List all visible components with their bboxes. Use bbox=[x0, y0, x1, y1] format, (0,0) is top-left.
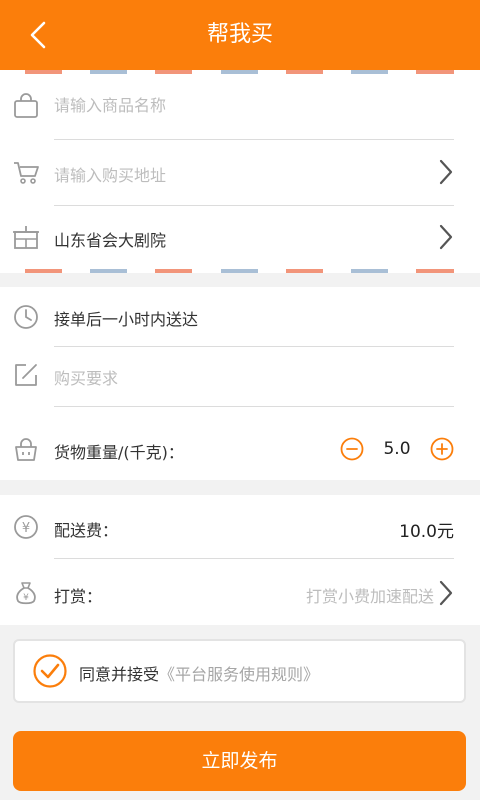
stripe-segment bbox=[285, 269, 323, 273]
chevron-right-icon bbox=[436, 578, 456, 608]
chevron-right-icon bbox=[436, 157, 456, 187]
store-icon bbox=[12, 223, 40, 251]
purchase-address-placeholder: 请输入购买地址 bbox=[54, 166, 167, 185]
purchase-address-row[interactable]: 请输入购买地址 bbox=[0, 140, 480, 206]
publish-button[interactable]: 立即发布 bbox=[13, 731, 466, 791]
edit-icon bbox=[12, 361, 40, 389]
clock-icon bbox=[12, 303, 40, 331]
yen-coin-icon: ¥ bbox=[12, 513, 40, 541]
agreement-checkbox[interactable] bbox=[33, 654, 67, 688]
requirements-placeholder: 购买要求 bbox=[54, 369, 119, 388]
delivery-fee-row: ¥ 配送费： 10.0元 bbox=[0, 495, 480, 559]
weight-basket-icon bbox=[12, 436, 40, 464]
weight-label: 货物重量/(千克)： bbox=[54, 443, 184, 462]
weight-value: 5.0 bbox=[383, 439, 411, 459]
page-title: 帮我买 bbox=[206, 22, 273, 47]
product-name-input[interactable] bbox=[54, 96, 434, 115]
weight-row: 货物重量/(千克)： 5.0 bbox=[0, 407, 480, 480]
stripe-segment bbox=[155, 269, 193, 273]
shopping-cart-icon bbox=[12, 158, 40, 186]
delivery-time-value: 接单后一小时内送达 bbox=[54, 310, 199, 329]
tip-label: 打赏： bbox=[54, 587, 103, 606]
svg-text:¥: ¥ bbox=[22, 521, 30, 536]
tip-hint: 打赏小费加速配送 bbox=[305, 587, 434, 606]
tip-row[interactable]: ¥ 打赏： 打赏小费加速配送 bbox=[0, 559, 480, 625]
agreement-text: 同意并接受《平台服务使用规则》 bbox=[79, 661, 319, 685]
stripe-segment bbox=[192, 269, 220, 273]
app-header: 帮我买 bbox=[0, 0, 480, 70]
service-rules-link[interactable]: 《平台服务使用规则》 bbox=[159, 665, 319, 684]
delivery-time-row[interactable]: 接单后一小时内送达 bbox=[0, 287, 480, 347]
delivery-address-row[interactable]: 山东省会大剧院 bbox=[0, 206, 480, 269]
requirements-row[interactable]: 购买要求 bbox=[0, 347, 480, 407]
stripe-segment bbox=[388, 269, 416, 273]
delivery-fee-value: 10.0元 bbox=[399, 522, 454, 542]
shopping-bag-icon bbox=[12, 92, 40, 120]
agreement-label: 同意并接受 bbox=[79, 665, 160, 684]
stripe-segment bbox=[454, 269, 480, 273]
check-circle-icon bbox=[33, 654, 67, 688]
stripe-segment bbox=[351, 269, 389, 273]
product-name-row bbox=[0, 74, 480, 140]
address-card: 请输入购买地址 山东省会大剧院 bbox=[0, 70, 480, 273]
stripe-segment bbox=[323, 269, 351, 273]
fee-card: ¥ 配送费： 10.0元 ¥ 打赏： 打赏小费加速配送 bbox=[0, 495, 480, 625]
stripe-segment bbox=[90, 269, 128, 273]
airmail-stripe-bottom bbox=[0, 269, 480, 273]
money-bag-icon: ¥ bbox=[12, 579, 40, 607]
stripe-segment bbox=[62, 269, 90, 273]
order-detail-card: 接单后一小时内送达 购买要求 货物重量/(千克)： 5.0 bbox=[0, 287, 480, 480]
stripe-segment bbox=[258, 269, 286, 273]
svg-text:¥: ¥ bbox=[23, 593, 29, 603]
stripe-segment bbox=[416, 269, 454, 273]
minus-circle-icon bbox=[340, 437, 364, 461]
plus-circle-icon bbox=[430, 437, 454, 461]
chevron-right-icon bbox=[436, 222, 456, 252]
delivery-address-value: 山东省会大剧院 bbox=[54, 231, 167, 250]
weight-increase-button[interactable] bbox=[430, 437, 454, 461]
stripe-segment bbox=[0, 269, 25, 273]
weight-stepper: 5.0 bbox=[340, 437, 454, 461]
stripe-segment bbox=[24, 269, 62, 273]
delivery-fee-label: 配送费： bbox=[54, 521, 119, 540]
agreement-box: 同意并接受《平台服务使用规则》 bbox=[13, 639, 466, 703]
weight-decrease-button[interactable] bbox=[340, 437, 364, 461]
stripe-segment bbox=[220, 269, 258, 273]
stripe-segment bbox=[127, 269, 155, 273]
